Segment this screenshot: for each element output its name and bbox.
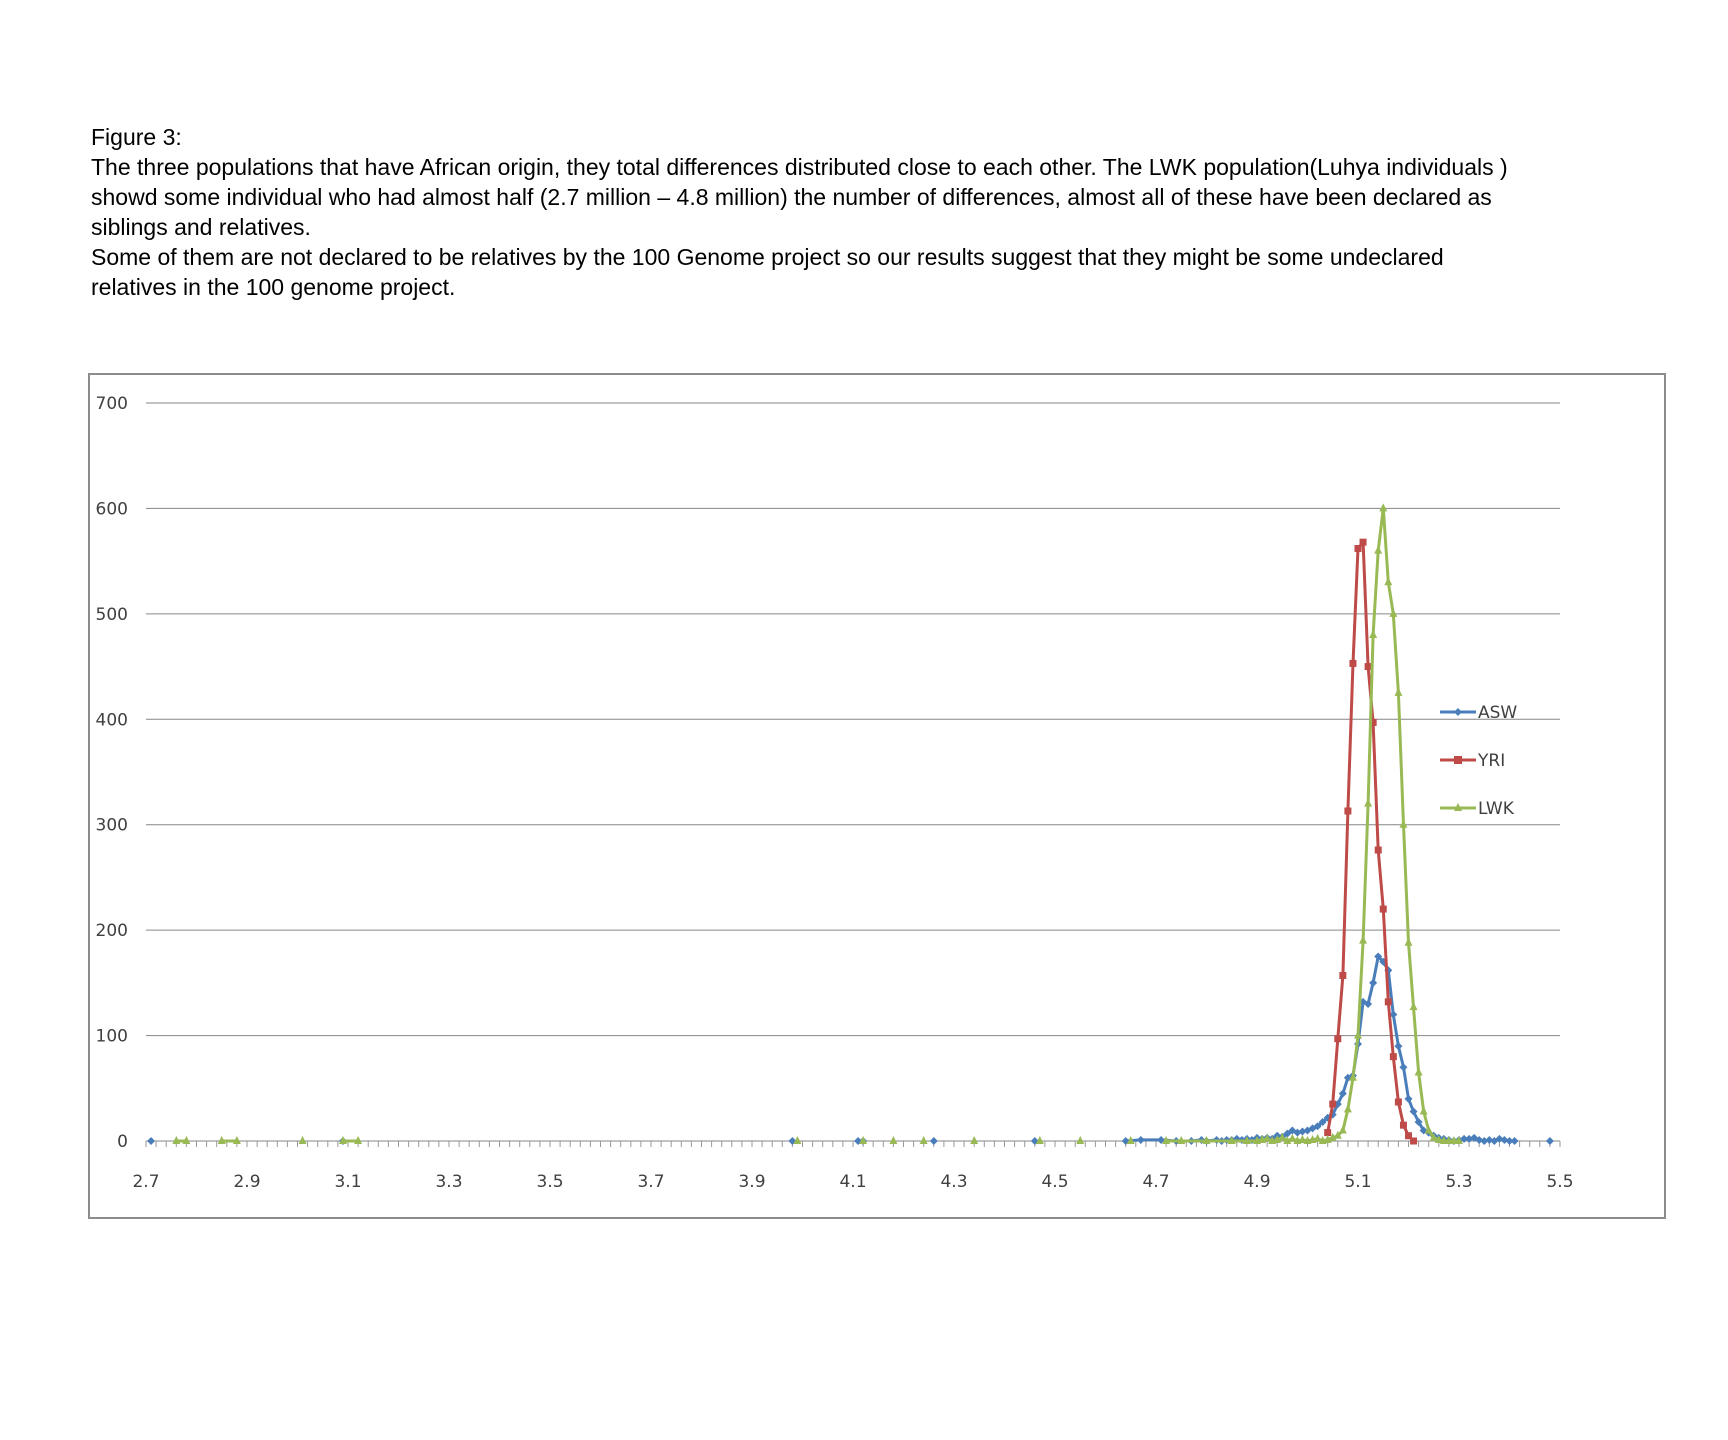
data-point-yri (1354, 544, 1362, 552)
data-point-lwk (1419, 1106, 1428, 1115)
data-point-lwk (1404, 937, 1413, 946)
y-tick-label: 100 (96, 1027, 128, 1047)
data-point-asw (929, 1137, 938, 1145)
y-tick-label: 0 (117, 1132, 128, 1152)
caption-line: Some of them are not declared to be rela… (91, 244, 1444, 270)
data-point-yri (1344, 807, 1352, 815)
figure-caption: Figure 3: The three populations that hav… (91, 122, 1671, 302)
legend-label: ASW (1478, 703, 1517, 723)
data-point-yri (1399, 1121, 1407, 1129)
x-tick-label: 2.9 (233, 1172, 260, 1192)
data-point-asw (1369, 978, 1378, 987)
data-point-lwk (298, 1136, 307, 1144)
x-tick-label: 3.9 (738, 1172, 765, 1192)
y-tick-label: 300 (96, 816, 128, 836)
y-tick-label: 400 (96, 710, 128, 730)
data-point-yri (1394, 1098, 1402, 1106)
caption-line: relatives in the 100 genome project. (91, 274, 456, 300)
data-point-asw (1404, 1094, 1413, 1103)
x-tick-label: 5.5 (1546, 1172, 1573, 1192)
series-line-asw (858, 957, 1550, 1142)
caption-line: The three populations that have African … (91, 154, 1508, 180)
x-tick-label: 5.3 (1445, 1172, 1472, 1192)
data-point-lwk (970, 1136, 979, 1144)
x-tick-label: 3.3 (435, 1172, 462, 1192)
data-point-lwk (1343, 1104, 1352, 1113)
data-point-yri (1384, 998, 1392, 1006)
legend-item-lwk: LWK (1440, 799, 1515, 819)
x-tick-label: 4.1 (839, 1172, 866, 1192)
legend: ASW YRI LWK (1440, 703, 1517, 819)
data-point-lwk (889, 1136, 898, 1144)
chart-frame: 0 100 200 300 400 500 600 700 2.7 2.9 3.1 3.3 3.5 3.7… (88, 373, 1666, 1219)
data-point-asw (1399, 1063, 1408, 1072)
data-point-lwk (1076, 1136, 1085, 1144)
legend-marker (1454, 756, 1462, 764)
data-point-asw (1510, 1137, 1519, 1145)
data-point-lwk (1369, 629, 1378, 638)
data-point-yri (1329, 1100, 1337, 1108)
legend-item-asw: ASW (1440, 703, 1517, 723)
data-point-yri (1374, 846, 1382, 854)
legend-marker (1454, 708, 1462, 716)
data-point-lwk (1374, 545, 1383, 554)
data-point-yri (1364, 663, 1372, 671)
data-point-asw (1545, 1137, 1554, 1145)
y-tick-label: 600 (96, 499, 128, 519)
caption-line: siblings and relatives. (91, 214, 311, 240)
x-tick-label: 2.7 (132, 1172, 159, 1192)
data-point-lwk (1389, 608, 1398, 617)
data-point-lwk (1338, 1125, 1347, 1134)
data-point-yri (1379, 905, 1387, 913)
data-point-yri (1389, 1053, 1397, 1061)
data-point-yri (1349, 659, 1357, 667)
data-point-lwk (1399, 819, 1408, 828)
data-point-asw (1394, 1042, 1403, 1051)
data-point-lwk (919, 1136, 928, 1144)
legend-label: YRI (1477, 751, 1505, 771)
x-tick-label: 5.1 (1344, 1172, 1371, 1192)
data-point-lwk (1364, 798, 1373, 807)
data-point-lwk (1359, 935, 1368, 944)
data-point-asw (1136, 1135, 1145, 1144)
data-point-lwk (1414, 1067, 1423, 1076)
data-point-yri (1410, 1137, 1418, 1145)
gridlines (146, 402, 1560, 1037)
data-point-yri (1334, 1035, 1342, 1043)
data-point-lwk (1409, 1002, 1418, 1011)
y-tick-label: 200 (96, 921, 128, 941)
data-point-asw (147, 1137, 156, 1145)
data-point-lwk (1379, 503, 1388, 512)
x-tick-label: 3.7 (637, 1172, 664, 1192)
line-chart: 0 100 200 300 400 500 600 700 2.7 2.9 3.1 3.3 3.5 3.7… (96, 394, 1574, 1192)
y-tick-label: 700 (96, 394, 128, 414)
axes: 0 100 200 300 400 500 600 700 2.7 2.9 3.1 3.3 3.5 3.7… (96, 394, 1574, 1192)
x-tick-label: 4.9 (1243, 1172, 1270, 1192)
legend-label: LWK (1478, 799, 1515, 819)
data-point-yri (1359, 538, 1367, 546)
data-point-yri (1339, 971, 1347, 979)
x-tick-label: 4.5 (1041, 1172, 1068, 1192)
x-tick-label: 3.1 (334, 1172, 361, 1192)
data-point-lwk (1394, 687, 1403, 696)
y-tick-label: 500 (96, 605, 128, 625)
legend-item-yri: YRI (1440, 751, 1505, 771)
x-tick-label: 4.3 (940, 1172, 967, 1192)
x-tick-label: 3.5 (536, 1172, 563, 1192)
data-point-lwk (1384, 577, 1393, 586)
caption-line: showd some individual who had almost hal… (91, 184, 1492, 210)
caption-heading: Figure 3: (91, 124, 182, 150)
x-tick-label: 4.7 (1142, 1172, 1169, 1192)
series-lwk (172, 503, 1463, 1144)
